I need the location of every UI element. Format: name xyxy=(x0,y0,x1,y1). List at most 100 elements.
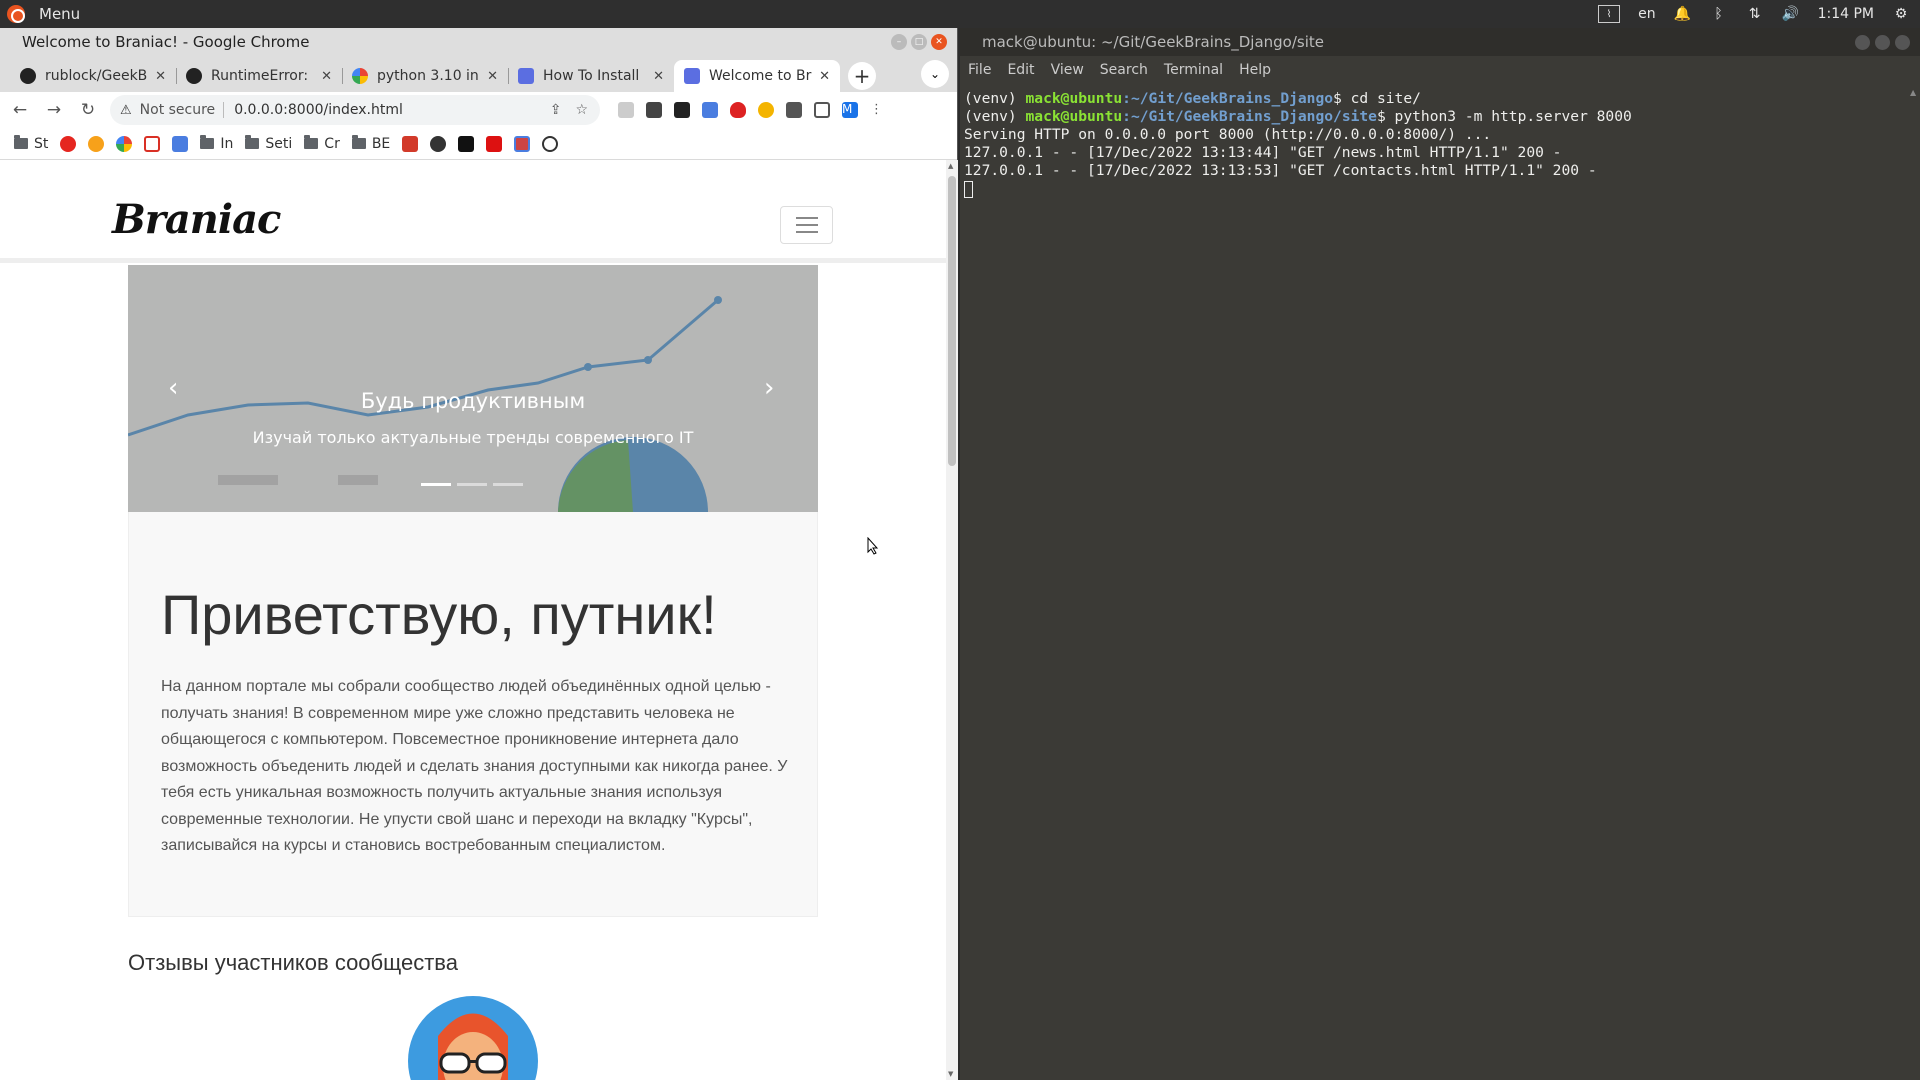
welcome-heading: Приветствую, путник! xyxy=(161,583,717,646)
warning-icon[interactable]: ⚠ xyxy=(120,103,132,118)
minimize-icon[interactable] xyxy=(1855,35,1870,50)
scroll-up-icon[interactable]: ▲ xyxy=(1910,88,1916,97)
forward-arrow-icon[interactable]: → xyxy=(42,100,66,120)
tab-label: Welcome to Br xyxy=(709,68,812,84)
site-brand-logo[interactable]: Braniac xyxy=(112,196,281,243)
tab-welcome-braniac[interactable]: Welcome to Br ✕ xyxy=(674,60,840,92)
terminal-titlebar[interactable]: mack@ubuntu: ~/Git/GeekBrains_Django/sit… xyxy=(960,28,1920,56)
close-icon[interactable] xyxy=(1895,35,1910,50)
security-label[interactable]: Not secure xyxy=(140,102,216,118)
scrollbar-thumb[interactable] xyxy=(948,176,956,466)
extensions-puzzle-icon[interactable] xyxy=(786,102,802,118)
bookmark-folder-in[interactable]: In xyxy=(200,135,233,152)
bookmark-star-icon[interactable]: ☆ xyxy=(575,102,588,118)
bookmark-orange-icon[interactable] xyxy=(88,135,105,152)
maximize-icon[interactable]: □ xyxy=(911,34,927,50)
globe-icon[interactable] xyxy=(430,135,447,152)
tab-close-icon[interactable]: ✕ xyxy=(819,69,830,84)
carousel-indicator-2[interactable] xyxy=(457,483,487,486)
calendar-icon[interactable] xyxy=(514,135,531,152)
menu-file[interactable]: File xyxy=(968,62,991,78)
bookmark-folder-st[interactable]: St xyxy=(14,135,48,152)
page-viewport: Braniac ‹ › Будь продуктивным Изучай тол xyxy=(0,160,958,1080)
url-text[interactable]: 0.0.0.0:8000/index.html xyxy=(234,102,403,118)
tab-rublock[interactable]: rublock/GeekB ✕ xyxy=(10,60,176,92)
extension-shield-icon[interactable] xyxy=(730,102,746,118)
terminal-scrollbar[interactable]: ▲ xyxy=(1906,84,1920,1080)
extension-mail-icon[interactable] xyxy=(618,102,634,118)
terminal-line: (venv) mack@ubuntu:~/Git/GeekBrains_Djan… xyxy=(964,90,1904,108)
terminal-window-title: mack@ubuntu: ~/Git/GeekBrains_Django/sit… xyxy=(982,33,1325,51)
tab-close-icon[interactable]: ✕ xyxy=(487,69,498,84)
reload-icon[interactable]: ↻ xyxy=(76,100,100,120)
carousel-indicator-3[interactable] xyxy=(493,483,523,486)
system-monitor-icon[interactable]: ⌇ xyxy=(1598,5,1621,23)
terminal-line: (venv) mack@ubuntu:~/Git/GeekBrains_Djan… xyxy=(964,108,1904,126)
image-icon[interactable] xyxy=(458,135,475,152)
command-text: $ cd site/ xyxy=(1333,90,1421,107)
clock-icon[interactable] xyxy=(542,135,559,152)
puzzle-red-icon[interactable] xyxy=(486,135,503,152)
folder-icon xyxy=(351,135,366,149)
ubuntu-logo-icon[interactable] xyxy=(7,5,25,23)
hamburger-line xyxy=(795,231,818,233)
bookmark-label: BE xyxy=(371,135,391,152)
terminal-output[interactable]: (venv) mack@ubuntu:~/Git/GeekBrains_Djan… xyxy=(962,84,1906,1080)
scroll-down-icon[interactable]: ▼ xyxy=(948,1070,953,1078)
kebab-menu-icon[interactable]: ⋮ xyxy=(870,102,883,118)
extension-zoom-icon[interactable] xyxy=(674,102,690,118)
terminal-line: 127.0.0.1 - - [17/Dec/2022 13:13:53] "GE… xyxy=(964,162,1597,179)
bookmark-folder-cr[interactable]: Cr xyxy=(304,135,340,152)
terminal-line: Serving HTTP on 0.0.0.0 port 8000 (http:… xyxy=(964,126,1492,143)
menu-edit[interactable]: Edit xyxy=(1007,62,1034,78)
page-scrollbar[interactable]: ▲ ▼ xyxy=(946,160,958,1080)
calculator-icon[interactable] xyxy=(402,135,419,152)
hero-carousel: ‹ › Будь продуктивным Изучай только акту… xyxy=(128,265,818,512)
tab-python[interactable]: python 3.10 in ✕ xyxy=(342,60,508,92)
tab-label: How To Install xyxy=(543,68,640,84)
github-icon xyxy=(20,68,36,84)
tab-close-icon[interactable]: ✕ xyxy=(321,69,332,84)
bluetooth-icon[interactable]: ᛒ xyxy=(1710,5,1728,23)
share-icon[interactable]: ⇪ xyxy=(550,102,562,118)
network-icon[interactable]: ⇅ xyxy=(1746,5,1764,23)
browser-titlebar[interactable]: Welcome to Braniac! - Google Chrome – □ … xyxy=(0,28,957,56)
extension-translate-icon[interactable] xyxy=(702,102,718,118)
app-menu-button[interactable]: Menu xyxy=(39,5,80,23)
close-icon[interactable]: ✕ xyxy=(931,34,947,50)
carousel-caption-title: Будь продуктивным xyxy=(360,389,586,413)
gmail-icon[interactable] xyxy=(144,135,161,152)
side-panel-icon[interactable] xyxy=(814,102,830,118)
tab-close-icon[interactable]: ✕ xyxy=(155,69,166,84)
extension-face-icon[interactable] xyxy=(758,102,774,118)
scroll-up-icon[interactable]: ▲ xyxy=(948,162,953,170)
extension-screenshot-icon[interactable] xyxy=(646,102,662,118)
notification-bell-icon[interactable]: 🔔 xyxy=(1674,5,1692,23)
new-tab-button[interactable]: + xyxy=(848,62,876,90)
profile-avatar[interactable]: M xyxy=(842,102,858,118)
yandex-icon[interactable] xyxy=(60,135,77,152)
clock[interactable]: 1:14 PM xyxy=(1818,6,1874,22)
address-bar[interactable]: ⚠ Not secure 0.0.0.0:8000/index.html ⇪ ☆ xyxy=(110,95,600,125)
menu-search[interactable]: Search xyxy=(1100,62,1148,78)
tab-label: RuntimeError: xyxy=(211,68,309,84)
tab-how-to-install[interactable]: How To Install ✕ xyxy=(508,60,674,92)
volume-icon[interactable]: 🔊 xyxy=(1782,5,1800,23)
settings-gear-icon[interactable]: ⚙ xyxy=(1892,5,1910,23)
menu-view[interactable]: View xyxy=(1051,62,1084,78)
tab-search-chevron-icon[interactable]: ⌄ xyxy=(921,60,949,88)
back-arrow-icon[interactable]: ← xyxy=(8,100,32,120)
tab-runtimeerror[interactable]: RuntimeError: ✕ xyxy=(176,60,342,92)
bookmark-folder-be[interactable]: BE xyxy=(351,135,391,152)
carousel-indicator-1[interactable] xyxy=(421,483,451,486)
keyboard-language-indicator[interactable]: en xyxy=(1638,6,1656,22)
navbar-toggle-button[interactable] xyxy=(780,206,833,244)
menu-terminal[interactable]: Terminal xyxy=(1164,62,1223,78)
translate-icon[interactable] xyxy=(172,135,189,152)
maximize-icon[interactable] xyxy=(1875,35,1890,50)
minimize-icon[interactable]: – xyxy=(891,34,907,50)
google-icon[interactable] xyxy=(116,135,133,152)
tab-close-icon[interactable]: ✕ xyxy=(653,69,664,84)
menu-help[interactable]: Help xyxy=(1239,62,1271,78)
bookmark-folder-seti[interactable]: Seti xyxy=(245,135,292,152)
